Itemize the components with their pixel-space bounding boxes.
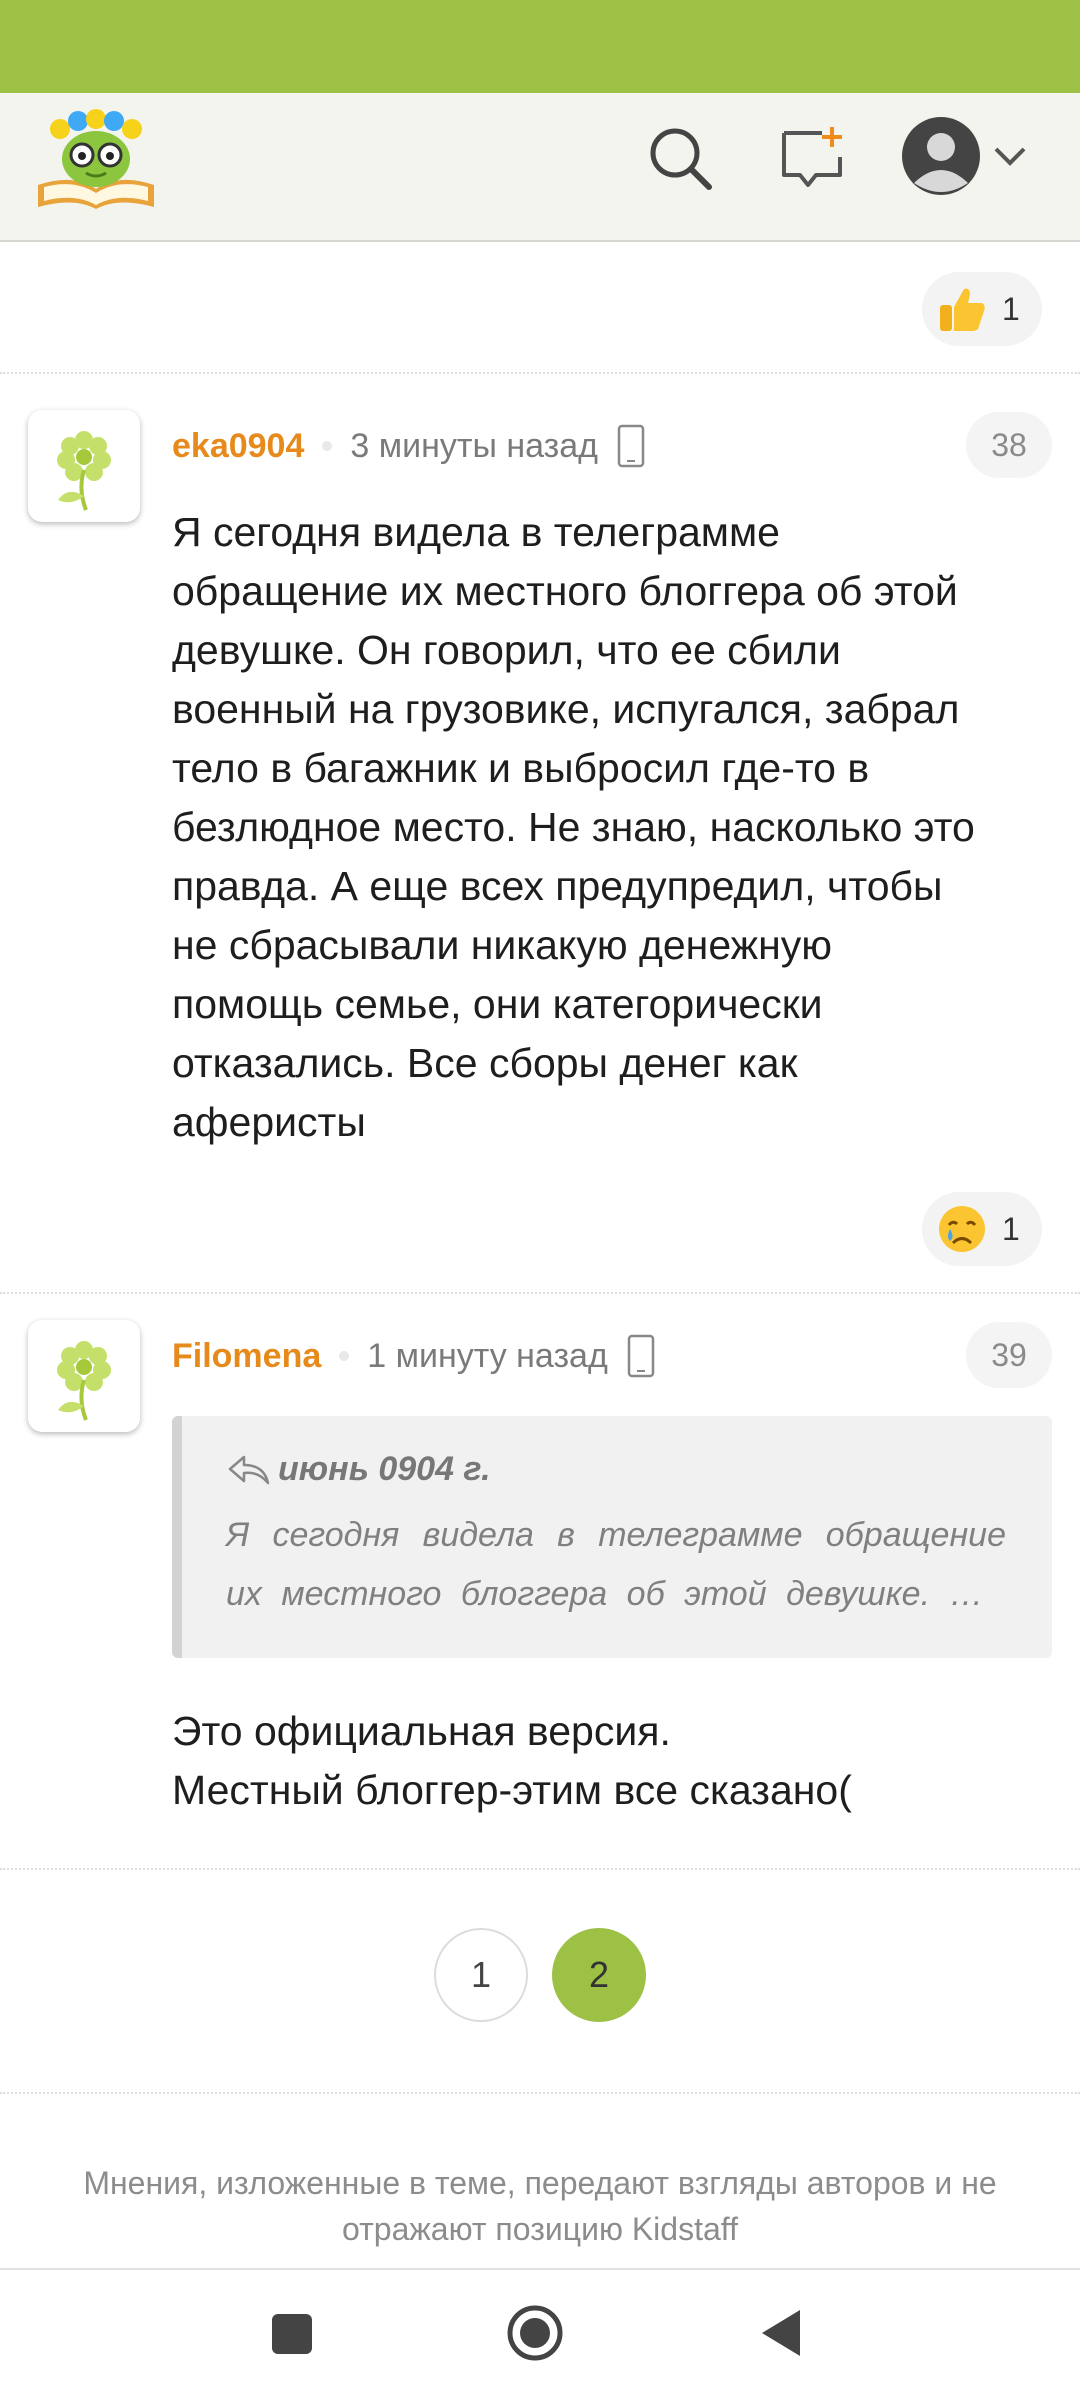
quote-header: июнь 0904 г. [226, 1450, 491, 1489]
post-number[interactable]: 39 [966, 1322, 1052, 1388]
author-name[interactable]: Filomena [172, 1337, 321, 1376]
divider [0, 372, 1080, 374]
thumbs-up-icon [940, 288, 985, 331]
comment-meta: eka0904 3 минуты назад [172, 416, 646, 476]
divider [0, 1868, 1080, 1870]
crying-face-icon [939, 1206, 985, 1252]
page-button-2-current[interactable]: 2 [552, 1928, 646, 2022]
comment-text: Я сегодня видела в телеграмме обращение … [172, 509, 975, 1145]
disclaimer: Мнения, изложенные в теме, передают взгл… [83, 2165, 997, 2247]
back-button[interactable] [758, 2308, 804, 2358]
system-nav-bar [0, 2268, 1080, 2402]
timestamp: 3 минуты назад [350, 426, 598, 465]
new-topic-icon[interactable] [778, 123, 848, 193]
quote-text: Я сегодня видела в телеграмме обращение … [226, 1516, 1006, 1613]
divider [0, 1292, 1080, 1294]
reaction-badge[interactable]: 1 [922, 272, 1042, 346]
post-number[interactable]: 38 [966, 412, 1052, 478]
separator-dot [322, 441, 333, 451]
search-icon[interactable] [645, 123, 715, 193]
quote-block[interactable]: июнь 0904 г. Я сегодня видела в телеграм… [172, 1416, 1052, 1658]
flower-avatar[interactable] [28, 1320, 140, 1432]
status-bar [0, 0, 1080, 93]
quote-author: июнь 0904 г. [278, 1450, 491, 1488]
reaction-badge[interactable]: 1 [922, 1192, 1042, 1266]
phone-icon [617, 424, 645, 468]
separator-dot [339, 1351, 350, 1361]
chevron-down-icon[interactable] [992, 141, 1028, 171]
comment-meta: Filomena 1 минуту назад [172, 1326, 656, 1386]
divider [0, 2092, 1080, 2094]
reply-arrow-icon [228, 1455, 270, 1484]
page-button-1[interactable]: 1 [434, 1928, 528, 2022]
comment-text: Это официальная версия. Местный блоггер-… [172, 1708, 852, 1813]
recents-button[interactable] [270, 2312, 314, 2356]
reaction-count: 1 [1002, 1210, 1020, 1247]
flower-avatar[interactable] [28, 410, 140, 522]
reaction-count: 1 [1002, 290, 1020, 327]
avatar-icon[interactable] [900, 115, 982, 197]
kidstaff-logo[interactable] [34, 107, 158, 211]
header [0, 93, 1080, 242]
phone-icon [627, 1334, 655, 1378]
timestamp: 1 минуту назад [367, 1336, 608, 1375]
author-name[interactable]: eka0904 [172, 427, 304, 466]
home-button[interactable] [506, 2304, 564, 2362]
